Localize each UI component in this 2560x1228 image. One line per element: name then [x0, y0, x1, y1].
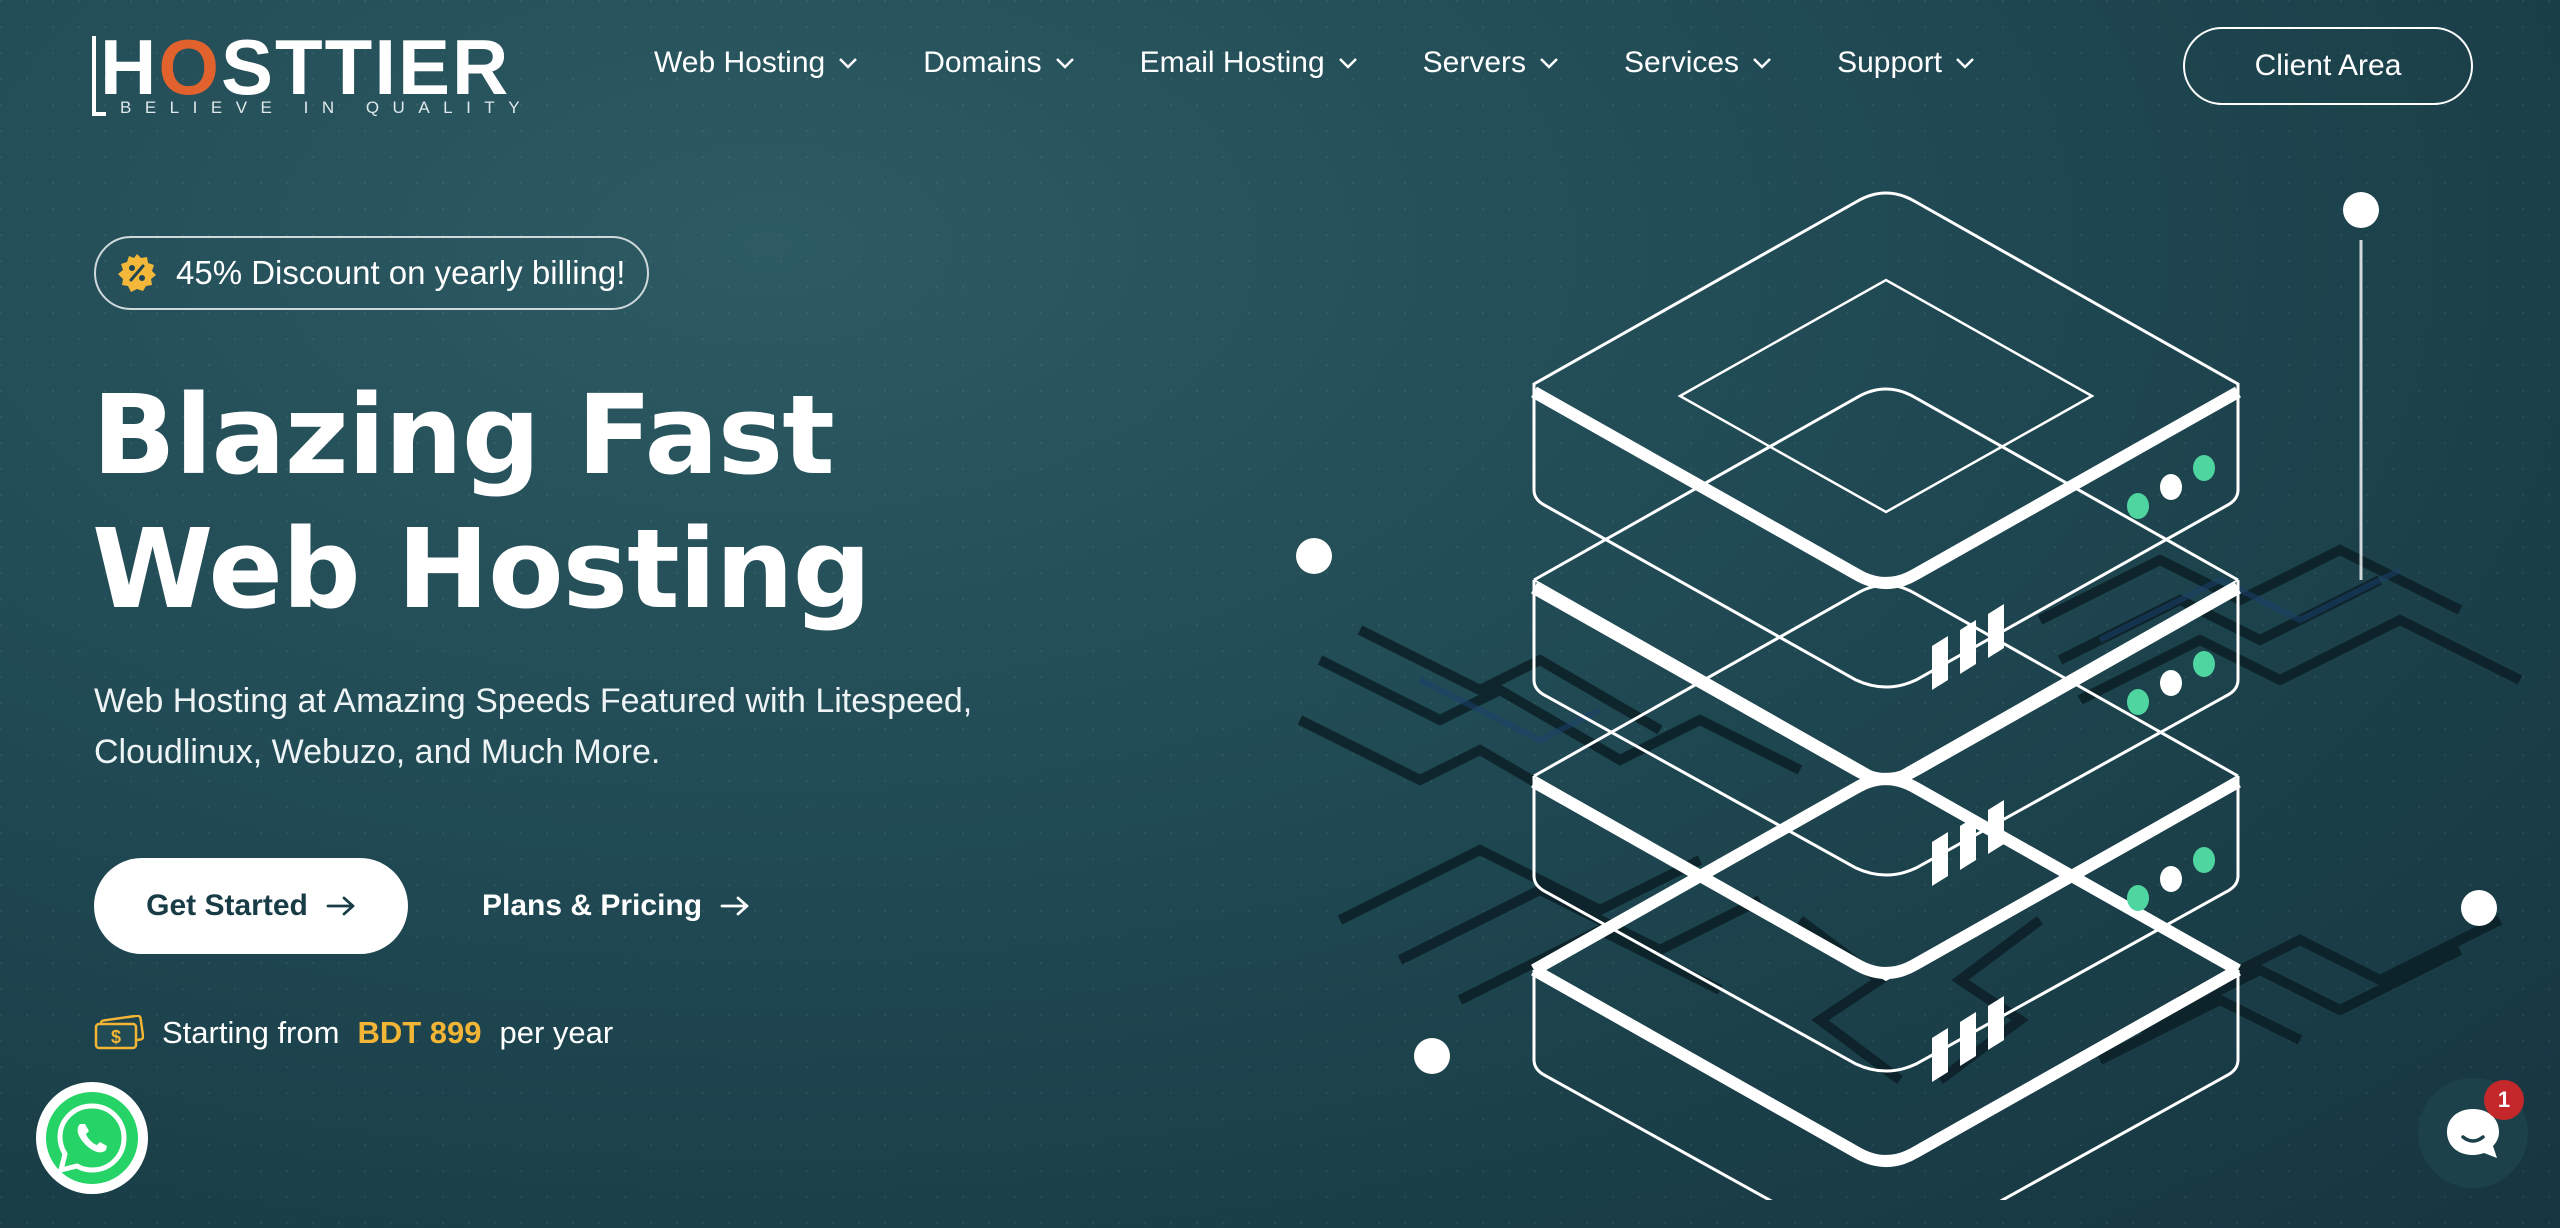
hero-subtitle: Web Hosting at Amazing Speeds Featured w… [94, 682, 973, 771]
discount-text: 45% Discount on yearly billing! [176, 254, 626, 291]
arrow-right-icon [720, 896, 749, 916]
discount-icon [118, 254, 156, 292]
hero-title: Blazing Fast Web Hosting [92, 371, 871, 633]
arrow-right-icon [326, 896, 355, 916]
page: HOSTTIER BELIEVE IN QUALITY Web Hosting … [0, 0, 2560, 1228]
main-menu: Web Hosting Domains Email Hosting Server… [654, 46, 1976, 80]
chevron-down-icon [1956, 58, 1975, 69]
logo-tagline: BELIEVE IN QUALITY [120, 98, 534, 117]
svg-text:$: $ [111, 1027, 121, 1047]
whatsapp-button[interactable] [36, 1082, 148, 1194]
server-vents [1932, 604, 2004, 1082]
logo-wordmark: HOSTTIER [100, 23, 511, 111]
chevron-down-icon [839, 58, 858, 69]
server-stack-illustration [1296, 191, 2523, 1200]
get-started-button[interactable]: Get Started [94, 858, 408, 954]
price-amount: BDT 899 [357, 1015, 482, 1050]
client-area-button[interactable]: Client Area [2183, 27, 2473, 105]
menu-item-services[interactable]: Services [1624, 46, 1773, 80]
chat-unread-badge: 1 [2484, 1080, 2524, 1120]
chevron-down-icon [1540, 58, 1558, 69]
discount-badge: 45% Discount on yearly billing! [94, 236, 650, 310]
plans-pricing-link[interactable]: Plans & Pricing [482, 878, 750, 934]
circuit-traces-blue [1418, 567, 2402, 744]
menu-item-support[interactable]: Support [1837, 46, 1976, 80]
pin-decor [1296, 192, 2497, 1074]
starting-price: $ Starting from BDT 899 per year [94, 1012, 613, 1054]
whatsapp-icon [46, 1092, 138, 1184]
navbar: HOSTTIER BELIEVE IN QUALITY Web Hosting … [0, 0, 2560, 134]
menu-item-web-hosting[interactable]: Web Hosting [654, 46, 859, 80]
menu-item-servers[interactable]: Servers [1423, 46, 1560, 80]
chevron-down-icon [1055, 58, 1074, 69]
circuit-traces [1297, 544, 2523, 1084]
logo[interactable]: HOSTTIER BELIEVE IN QUALITY [92, 28, 520, 118]
menu-item-domains[interactable]: Domains [923, 46, 1075, 80]
chevron-down-icon [1338, 58, 1357, 69]
menu-item-email-hosting[interactable]: Email Hosting [1140, 46, 1359, 80]
chevron-down-icon [1753, 58, 1771, 69]
money-icon: $ [94, 1015, 144, 1050]
